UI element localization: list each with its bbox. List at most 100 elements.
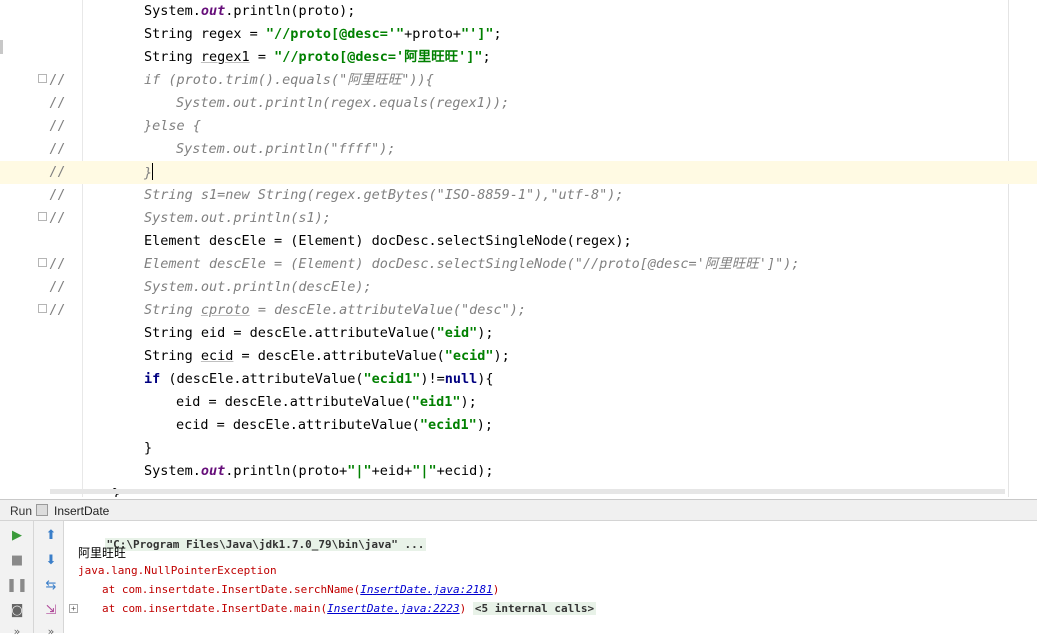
- code-line[interactable]: if (descEle.attributeValue("ecid1")!=nul…: [0, 368, 1037, 391]
- code-line[interactable]: Element descEle = (Element) docDesc.sele…: [0, 230, 1037, 253]
- code-text: ecid = descEle.attributeValue("ecid1");: [176, 416, 493, 434]
- code-token: ;: [482, 49, 491, 65]
- run-panel-header: Run InsertDate: [0, 499, 1037, 521]
- code-token: if: [144, 371, 161, 387]
- code-token: = descEle.attributeValue(: [233, 348, 445, 364]
- code-line[interactable]: ecid = descEle.attributeValue("ecid1");: [0, 414, 1037, 437]
- camera-icon[interactable]: ◙: [6, 600, 28, 620]
- code-text: }: [144, 439, 152, 457]
- code-token: }: [144, 165, 153, 181]
- more-actions-icon[interactable]: »: [40, 621, 62, 641]
- trace-text: ): [459, 602, 467, 615]
- code-token: }else {: [144, 118, 201, 134]
- code-token: cproto: [200, 302, 250, 318]
- more-actions-icon[interactable]: »: [6, 621, 28, 641]
- code-token: "|": [412, 463, 437, 479]
- code-token: "']": [461, 26, 494, 42]
- code-token: Element descEle = (Element) docDesc.sele…: [144, 256, 800, 272]
- code-token: System.out.println("ffff");: [176, 141, 396, 157]
- scroll-down-icon[interactable]: ⬇: [40, 550, 62, 570]
- code-token: eid = descEle.attributeValue(: [176, 394, 412, 410]
- code-token: ;: [493, 26, 502, 42]
- code-line[interactable]: String regex = "//proto[@desc='"+proto+"…: [0, 23, 1037, 46]
- code-line[interactable]: String regex1 = "//proto[@desc='阿里旺旺']";: [0, 46, 1037, 69]
- code-line[interactable]: // System.out.println("ffff");: [0, 138, 1037, 161]
- fold-marker-icon[interactable]: [38, 304, 47, 313]
- code-line[interactable]: //}: [0, 161, 1037, 184]
- line-comment-marker: //: [49, 164, 66, 180]
- line-comment-marker: //: [49, 95, 66, 111]
- code-token: ecid: [200, 348, 234, 364]
- code-token: regex1: [200, 49, 250, 65]
- code-token: String: [144, 348, 201, 364]
- code-line[interactable]: System.out.println(proto+"|"+eid+"|"+eci…: [0, 460, 1037, 483]
- code-token: "//proto[@desc='阿里旺旺']": [274, 49, 483, 65]
- soft-wrap-icon[interactable]: ⇆: [40, 575, 62, 595]
- code-text: System.out.println(proto);: [144, 2, 355, 20]
- code-token: +ecid);: [436, 463, 494, 479]
- code-text: System.out.println(proto+"|"+eid+"|"+eci…: [144, 462, 494, 480]
- code-token: "|": [347, 463, 372, 479]
- source-link-2223[interactable]: InsertDate.java:2223: [327, 602, 459, 615]
- line-comment-marker: //: [49, 279, 66, 295]
- horizontal-scrollbar[interactable]: [50, 489, 1005, 494]
- rerun-icon[interactable]: ▶: [6, 525, 28, 545]
- internal-calls-fold[interactable]: <5 internal calls>: [472, 602, 597, 615]
- code-token: )!=: [420, 371, 445, 387]
- code-line[interactable]: // System.out.println(descEle);: [0, 276, 1037, 299]
- code-token: .println(proto);: [225, 3, 356, 19]
- code-line[interactable]: // Element descEle = (Element) docDesc.se…: [0, 253, 1037, 276]
- code-token: System.out.println(s1);: [144, 210, 331, 226]
- scroll-up-icon[interactable]: ⬆: [40, 525, 62, 545]
- run-label: Run: [10, 504, 33, 518]
- code-token: }: [144, 440, 153, 456]
- fold-marker-icon[interactable]: [38, 212, 47, 221]
- code-editor[interactable]: System.out.println(proto); String regex =…: [0, 0, 1037, 497]
- fold-marker-icon[interactable]: [38, 258, 47, 267]
- pause-icon[interactable]: ❚❚: [6, 575, 28, 595]
- code-text: eid = descEle.attributeValue("eid1");: [176, 393, 477, 411]
- code-line[interactable]: // String cproto = descEle.attributeValue…: [0, 299, 1037, 322]
- code-token: ){: [477, 371, 494, 387]
- code-line[interactable]: String eid = descEle.attributeValue("eid…: [0, 322, 1037, 345]
- fold-marker-icon[interactable]: [38, 74, 47, 83]
- stop-icon[interactable]: ■: [6, 550, 28, 570]
- code-text: if (proto.trim().equals("阿里旺旺")){: [144, 71, 434, 89]
- expand-internal-calls-icon[interactable]: +: [69, 604, 78, 613]
- code-line[interactable]: eid = descEle.attributeValue("eid1");: [0, 391, 1037, 414]
- code-token: "eid": [436, 325, 478, 341]
- code-text: System.out.println(descEle);: [144, 278, 372, 296]
- stack-trace-line: at com.insertdate.InsertDate.serchName(I…: [102, 583, 499, 596]
- trace-text: at com.insertdate.InsertDate.serchName(: [102, 583, 361, 596]
- code-token: null: [444, 371, 478, 387]
- code-line[interactable]: //}else {: [0, 115, 1037, 138]
- exception-line: java.lang.NullPointerException: [78, 564, 277, 577]
- code-token: );: [493, 348, 510, 364]
- code-text: System.out.println(regex.equals(regex1))…: [176, 94, 509, 112]
- code-line[interactable]: // System.out.println(s1);: [0, 207, 1037, 230]
- code-token: "eid1": [411, 394, 461, 410]
- code-token: System.out.println(descEle);: [144, 279, 372, 295]
- code-line[interactable]: String ecid = descEle.attributeValue("ec…: [0, 345, 1037, 368]
- code-token: System.out.println(regex.equals(regex1))…: [176, 95, 510, 111]
- code-token: );: [460, 394, 477, 410]
- code-token: String eid = descEle.attributeValue(: [144, 325, 437, 341]
- code-line[interactable]: // String s1=new String(regex.getBytes("I…: [0, 184, 1037, 207]
- code-line[interactable]: System.out.println(proto);: [0, 0, 1037, 23]
- code-token: );: [477, 325, 494, 341]
- code-token: String regex =: [144, 26, 266, 42]
- code-line[interactable]: // if (proto.trim().equals("阿里旺旺")){: [0, 69, 1037, 92]
- code-text: System.out.println("ffff");: [176, 140, 395, 158]
- run-tab-insertdate[interactable]: InsertDate: [54, 504, 109, 518]
- code-text: String regex1 = "//proto[@desc='阿里旺旺']";: [144, 48, 491, 66]
- code-line[interactable]: }: [0, 437, 1037, 460]
- code-token: =: [249, 49, 275, 65]
- scroll-to-end-icon[interactable]: ⇲: [40, 600, 62, 620]
- source-link-2181[interactable]: InsertDate.java:2181: [360, 583, 492, 596]
- code-line[interactable]: // System.out.println(regex.equals(regex1…: [0, 92, 1037, 115]
- code-text: Element descEle = (Element) docDesc.sele…: [144, 255, 799, 273]
- code-text: String s1=new String(regex.getBytes("ISO…: [144, 186, 624, 204]
- line-comment-marker: //: [49, 72, 66, 88]
- code-token: String: [144, 49, 201, 65]
- console-output[interactable]: "C:\Program Files\Java\jdk1.7.0_79\bin\j…: [64, 521, 1037, 633]
